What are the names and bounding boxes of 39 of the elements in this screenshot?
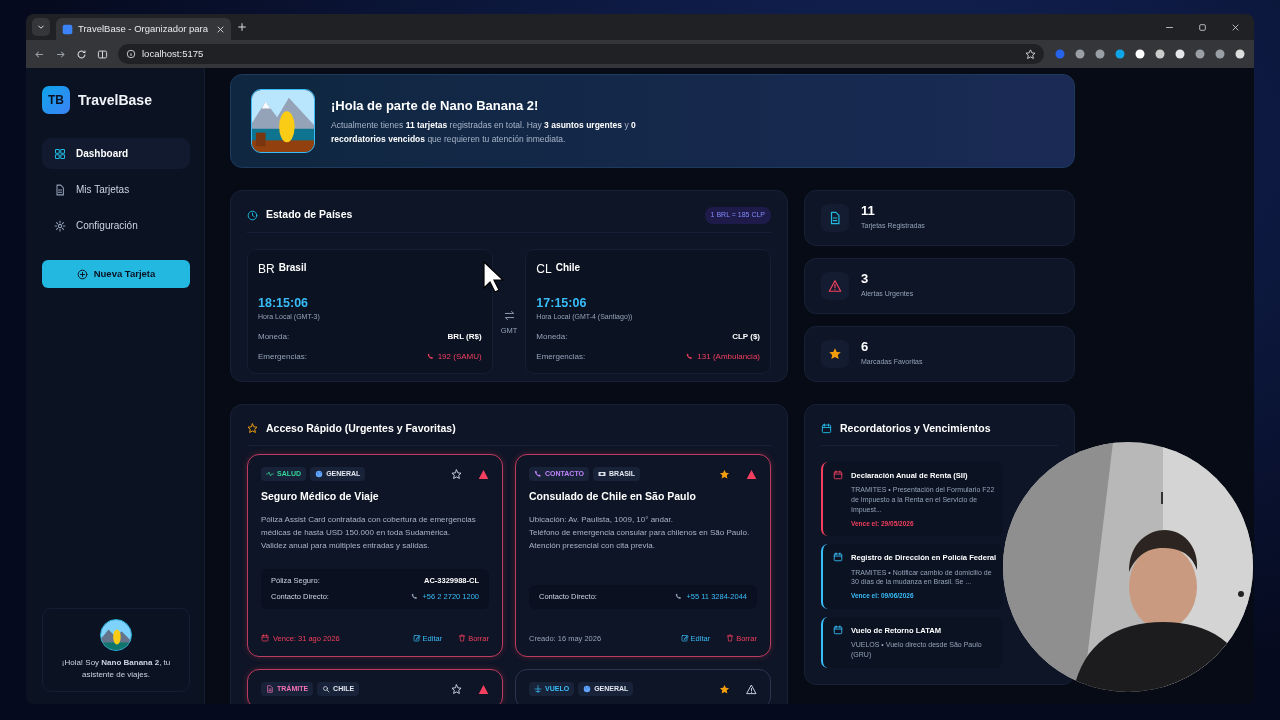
greeting-title: ¡Hola de parte de Nano Banana 2! (331, 96, 540, 115)
card-description: Teléfono de emergencia consular para chilenos en São Paulo. (529, 527, 751, 540)
country-name: Brasil (278, 260, 307, 275)
greeting-text: Actualmente tienes 11 tarjetas registradas en total. Hay 3 asuntos urgentes y 0 recordatorios vencidos que requieren tu atención inmediata. (331, 119, 637, 146)
local-time: 18:15:06 (258, 294, 310, 312)
emergency-number: 131 (Ambulancia) (697, 350, 760, 363)
app-logo: TB (42, 86, 70, 114)
sidebar-item[interactable]: Mis Tarjetas (42, 174, 190, 205)
country-code: BR (258, 260, 275, 278)
panel-title: Estado de Países (266, 207, 353, 223)
local-time: 17:15:06 (536, 294, 588, 312)
sidebar-item[interactable]: Configuración (42, 210, 190, 241)
currency-value: CLP ($) (732, 330, 760, 343)
card-description: Ubicación: Av. Paulista, 1009, 10° andar. (529, 514, 674, 526)
panel-title: Acceso Rápido (Urgentes y Favoritas) (266, 421, 456, 436)
stat-value: 11 (861, 204, 876, 218)
assistant-message: ¡Hola! Soy Nano Banana 2, tu asistente de viajes. (60, 657, 172, 681)
card-description: Póliza Assist Card contratada con cobertura de emergencias médicas de hasta USD 150.000 en toda Sudamérica. (261, 514, 477, 540)
panel-title: Recordatorios y Vencimientos (840, 421, 991, 436)
country-name: Chile (555, 260, 581, 275)
browser-tab[interactable]: TravelBase - Organizador para (56, 18, 231, 40)
emergency-number: 192 (SAMU) (437, 350, 482, 363)
card-title: Seguro Médico de Viaje (261, 489, 380, 505)
card-description: Validez anual para múltiples entradas y salidas. (261, 540, 431, 553)
country-code: CL (536, 260, 552, 278)
emergency-label: Emergencias: (536, 350, 586, 363)
emergency-label: Emergencias: (258, 350, 307, 363)
tab-title: TravelBase - Organizador para (78, 21, 209, 36)
new-card-button[interactable]: Nueva Tarjeta (42, 260, 190, 289)
card-description: Atención presencial con cita previa. (529, 540, 656, 553)
currency-label: Moneda: (536, 330, 568, 343)
brand-name: TravelBase (78, 90, 152, 110)
sidebar-item[interactable]: Dashboard (42, 138, 190, 169)
stat-value: 6 (861, 340, 870, 354)
stat-value: 3 (861, 272, 870, 286)
address-bar[interactable]: localhost:5175 (118, 44, 1044, 64)
currency-value: BRL (R$) (447, 330, 482, 343)
card-title: Consulado de Chile en São Paulo (529, 489, 697, 505)
currency-label: Moneda: (258, 330, 290, 343)
